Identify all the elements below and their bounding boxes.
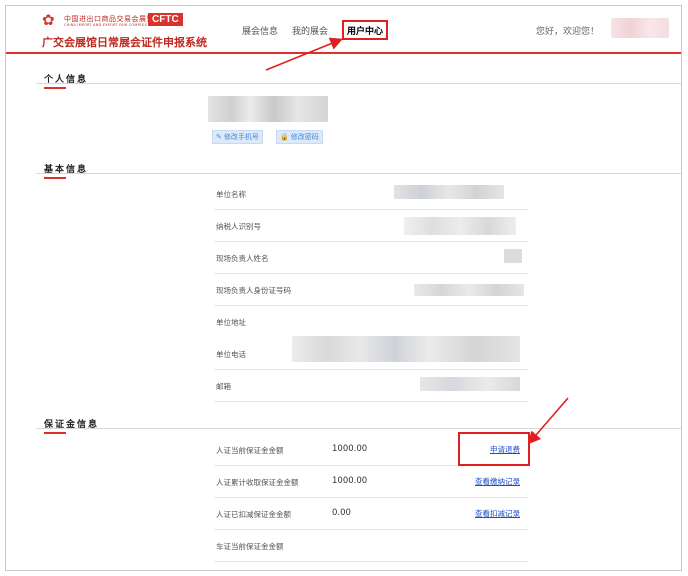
field-label: 人证当前保证金金额	[216, 446, 284, 455]
nav-user-center[interactable]: 用户中心	[342, 20, 389, 40]
divider	[36, 83, 681, 84]
personal-name-redacted	[208, 96, 328, 122]
info-row-manager-id: 现场负责人身份证号码	[214, 274, 528, 306]
logo-badge: CFTC	[148, 13, 183, 26]
view-payment-records-link[interactable]: 查看缴纳记录	[475, 476, 520, 487]
field-value-redacted	[414, 284, 524, 296]
username-redacted[interactable]	[611, 18, 669, 38]
info-row-manager-name: 现场负责人姓名	[214, 242, 528, 274]
top-header: ✿ 中国进出口商品交易会展馆 CHINA IMPORT AND EXPORT F…	[6, 6, 681, 54]
info-row-email: 邮箱	[214, 370, 528, 402]
field-label: 单位名称	[216, 190, 246, 199]
deposit-amount: 1000.00	[332, 476, 368, 486]
main-nav: 展会信息 我的展会 用户中心	[242, 20, 402, 40]
view-deduction-records-link[interactable]: 查看扣减记录	[475, 508, 520, 519]
field-value-redacted	[420, 377, 520, 391]
deposit-amount: 1000.00	[332, 444, 368, 454]
deposit-row-total: 人证累计收取保证金金额 1000.00 查看缴纳记录	[214, 466, 528, 498]
field-label: 邮箱	[216, 382, 231, 391]
nav-exhibition-info[interactable]: 展会信息	[242, 24, 278, 40]
field-label: 纳税人识别号	[216, 222, 261, 231]
info-row-tax-id: 纳税人识别号	[214, 210, 528, 242]
logo[interactable]: ✿ 中国进出口商品交易会展馆 CHINA IMPORT AND EXPORT F…	[42, 12, 212, 50]
app-window: ✿ 中国进出口商品交易会展馆 CHINA IMPORT AND EXPORT F…	[5, 5, 682, 571]
deposit-amount: 0.00	[332, 508, 351, 518]
emblem-icon: ✿	[42, 11, 55, 29]
field-value-redacted	[404, 217, 516, 235]
field-label: 单位地址	[216, 318, 246, 327]
lock-icon: 🔒	[280, 133, 289, 141]
edit-password-label: 修改密码	[290, 133, 319, 141]
highlight-box	[458, 432, 530, 466]
logo-en-text: CHINA IMPORT AND EXPORT FAIR COMPLEX	[64, 23, 148, 27]
field-value-redacted	[394, 185, 504, 199]
welcome-text: 您好，欢迎您！	[536, 27, 600, 37]
edit-phone-label: 修改手机号	[223, 133, 259, 141]
divider	[36, 428, 681, 429]
divider	[36, 173, 681, 174]
address-phone-redacted	[292, 336, 520, 362]
deposit-row-deducted: 人证已扣减保证金金额 0.00 查看扣减记录	[214, 498, 528, 530]
info-row-address: 单位地址	[214, 306, 528, 338]
field-label: 现场负责人身份证号码	[216, 286, 291, 295]
system-title: 广交会展馆日常展会证件申报系统	[42, 36, 207, 49]
field-label: 车证当前保证金金额	[216, 542, 284, 551]
edit-password-button[interactable]: 🔒 修改密码	[276, 130, 323, 144]
field-label: 现场负责人姓名	[216, 254, 269, 263]
pencil-icon: ✎	[216, 133, 222, 141]
field-value-redacted	[504, 249, 522, 263]
edit-phone-button[interactable]: ✎ 修改手机号	[212, 130, 263, 144]
field-label: 单位电话	[216, 350, 246, 359]
field-label: 人证累计收取保证金金额	[216, 478, 299, 487]
deposit-row-vehicle: 车证当前保证金金额	[214, 530, 528, 562]
nav-my-exhibitions[interactable]: 我的展会	[292, 24, 328, 40]
info-row-company-name: 单位名称	[214, 178, 528, 210]
field-label: 人证已扣减保证金金额	[216, 510, 291, 519]
